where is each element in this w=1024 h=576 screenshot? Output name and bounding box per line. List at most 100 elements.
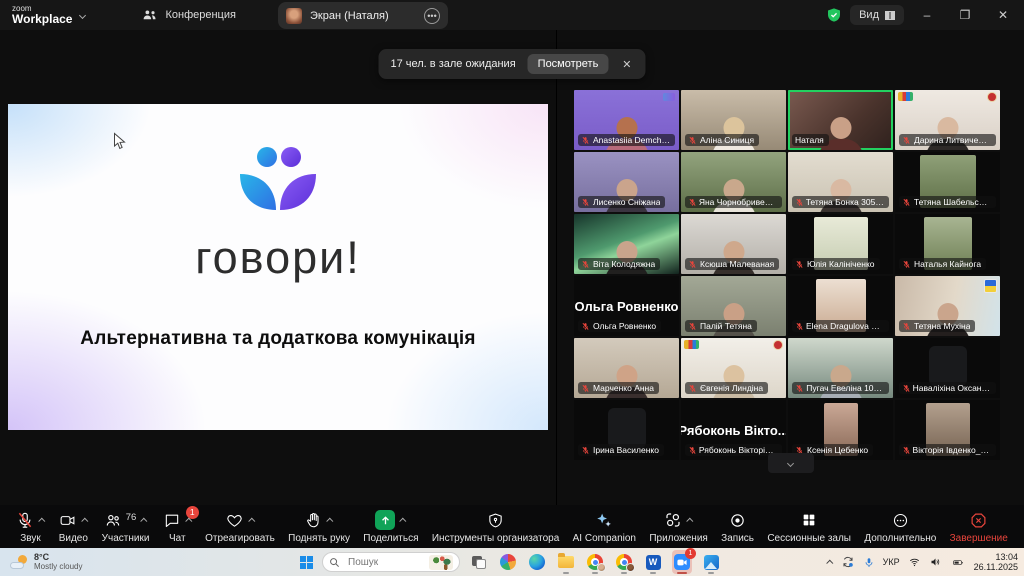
participant-tile[interactable]: Віта Колодяжна <box>574 214 679 274</box>
wifi-icon[interactable] <box>908 556 921 568</box>
scroll-participants-button[interactable] <box>768 453 814 473</box>
chevron-up-icon[interactable] <box>141 517 148 524</box>
view-button[interactable]: Вид <box>850 5 904 25</box>
participant-name-label: Ксюша Малеваная <box>685 258 779 270</box>
toolbar-label: Приложения <box>649 533 708 544</box>
chevron-up-icon[interactable] <box>82 517 89 524</box>
muted-mic-icon <box>581 260 590 269</box>
language-indicator[interactable]: УКР <box>883 557 900 567</box>
tab-meeting[interactable]: Конференция <box>143 9 235 22</box>
sparkle-icon <box>595 511 613 529</box>
toolbar-shield-button[interactable]: Инструменты организатора <box>432 510 559 544</box>
taskbar-search[interactable] <box>322 552 460 572</box>
taskbar-app-chrome1-icon[interactable] <box>585 550 605 574</box>
taskbar-app-colorwheel-icon[interactable] <box>498 550 518 574</box>
chevron-up-icon[interactable] <box>326 517 333 524</box>
hidden-icons-chevron-icon[interactable] <box>826 559 833 566</box>
taskbar-clock[interactable]: 13:04 26.11.2025 <box>974 552 1018 573</box>
zoom-workplace-menu[interactable]: zoom Workplace <box>12 5 85 25</box>
microphone-tray-icon[interactable] <box>863 556 875 569</box>
participant-tile[interactable]: Марченко Анна <box>574 338 679 398</box>
participant-tile[interactable]: Вікторія Івденко_ФПП... <box>895 400 1000 460</box>
taskbar-app-zoom-icon[interactable]: 1 <box>672 550 692 574</box>
taskbar-app-taskview-icon[interactable] <box>469 550 489 574</box>
muted-mic-icon <box>902 446 910 455</box>
toolbar-share-button[interactable]: Поделиться <box>363 510 418 544</box>
participant-tile[interactable]: Палій Тетяна <box>681 276 786 336</box>
participant-tile[interactable]: Лисенко Сніжана <box>574 152 679 212</box>
toolbar-label: Отреагировать <box>205 533 275 544</box>
taskbar-weather[interactable]: 8°C Mostly cloudy <box>10 553 82 572</box>
toolbar-end-button[interactable]: Завершение <box>950 510 1008 544</box>
taskbar-app-photos-icon[interactable] <box>701 550 721 574</box>
taskbar-app-word-icon[interactable]: W <box>643 550 663 574</box>
participant-tile[interactable]: Ксюша Малеваная <box>681 214 786 274</box>
toolbar-more-button[interactable]: Дополнительно <box>864 510 936 544</box>
toolbar-heart-button[interactable]: Отреагировать <box>205 510 275 544</box>
app-badge: 1 <box>685 548 696 559</box>
toolbar-label: Поднять руку <box>288 533 350 544</box>
end-icon <box>970 512 987 529</box>
windows-taskbar: 8°C Mostly cloudy W1 <box>0 548 1024 576</box>
tab-options-icon[interactable]: ••• <box>424 8 440 24</box>
maximize-button[interactable]: ❐ <box>950 1 980 29</box>
toolbar-record-button[interactable]: Запись <box>721 510 754 544</box>
participant-name-label: Тетяна Шабельська <box>899 196 996 208</box>
toolbar-participants-button[interactable]: 76Участники <box>102 510 150 544</box>
chevron-up-icon[interactable] <box>38 517 45 524</box>
participant-name-label: Anastasiia Demchuk <box>578 134 675 146</box>
participant-tile[interactable]: Elena Dragulova C10... <box>788 276 893 336</box>
tab-screen-share[interactable]: Экран (Наталя) ••• <box>278 2 448 29</box>
toolbar-sparkle-button[interactable]: AI Companion <box>573 510 636 544</box>
taskbar-app-folder-icon[interactable] <box>556 550 576 574</box>
toolbar-rooms-button[interactable]: Сессионные залы <box>767 510 851 544</box>
weather-icon <box>10 555 28 569</box>
shared-screen-pane: говори! Альтернативна та додаткова комун… <box>0 30 557 505</box>
participant-tile[interactable]: Рябоконь Вікто...Рябоконь Вікторія 10... <box>681 400 786 460</box>
toolbar-camera-button[interactable]: Видео <box>58 510 88 544</box>
participant-tile[interactable]: Тетяна Шабельська <box>895 152 1000 212</box>
toolbar-chat-button[interactable]: 1Чат <box>163 510 192 544</box>
toolbar-label: Завершение <box>950 533 1008 544</box>
security-shield-icon[interactable] <box>826 7 842 23</box>
participant-tile[interactable]: Пугач Евеліна 102ДО <box>788 338 893 398</box>
participant-tile[interactable]: Тетяна Бонка 305 СО... <box>788 152 893 212</box>
mic-muted-icon <box>16 511 34 529</box>
search-input[interactable] <box>346 556 416 569</box>
chevron-up-icon[interactable] <box>686 517 693 524</box>
toolbar-apps-button[interactable]: Приложения <box>649 510 708 544</box>
toolbar-label: Дополнительно <box>864 533 936 544</box>
toolbar-hand-button[interactable]: Поднять руку <box>288 510 350 544</box>
waiting-room-notification: 17 чел. в зале ожидания Посмотреть ✕ <box>378 49 645 79</box>
participant-tile[interactable]: Дарина Литвиченко <box>895 90 1000 150</box>
toolbar-label: Чат <box>169 533 186 544</box>
participant-name-label: Лисенко Сніжана <box>578 196 665 208</box>
speaker-icon[interactable] <box>929 556 942 568</box>
participant-tile[interactable]: Наваліхіна Оксана 30... <box>895 338 1000 398</box>
chevron-up-icon[interactable] <box>248 517 255 524</box>
participant-tile[interactable]: Євгенія Линдіна <box>681 338 786 398</box>
participant-tile[interactable]: Ольга РовненкоОльга Ровненко <box>574 276 679 336</box>
minimize-button[interactable]: – <box>912 1 942 29</box>
participant-tile[interactable]: Anastasiia Demchuk <box>574 90 679 150</box>
taskbar-app-edge-icon[interactable] <box>527 550 547 574</box>
toolbar-mic-muted-button[interactable]: Звук <box>16 510 45 544</box>
participant-tile[interactable]: Тетяна Мухіна <box>895 276 1000 336</box>
chevron-up-icon[interactable] <box>400 517 407 524</box>
close-button[interactable]: ✕ <box>988 1 1018 29</box>
participant-name-label: Тетяна Бонка 305 СО... <box>792 196 889 208</box>
view-waiting-room-button[interactable]: Посмотреть <box>528 54 609 74</box>
participant-tile[interactable]: Наталя <box>788 90 893 150</box>
participant-tile[interactable]: Аліна Синиця <box>681 90 786 150</box>
participant-tile[interactable]: Наталья Кайнога <box>895 214 1000 274</box>
dismiss-notification-icon[interactable]: ✕ <box>620 58 633 71</box>
participant-tile[interactable]: Юлія Калініченко <box>788 214 893 274</box>
start-button[interactable] <box>300 556 313 569</box>
sync-icon[interactable] <box>841 555 855 569</box>
taskbar-app-chrome2-icon[interactable] <box>614 550 634 574</box>
participant-tile[interactable]: Ірина Василенко <box>574 400 679 460</box>
chevron-down-icon <box>79 11 86 18</box>
participant-tile[interactable]: Ксенія Цебенко <box>788 400 893 460</box>
participant-tile[interactable]: Яна Чорнобривець З... <box>681 152 786 212</box>
battery-icon[interactable] <box>950 557 966 568</box>
